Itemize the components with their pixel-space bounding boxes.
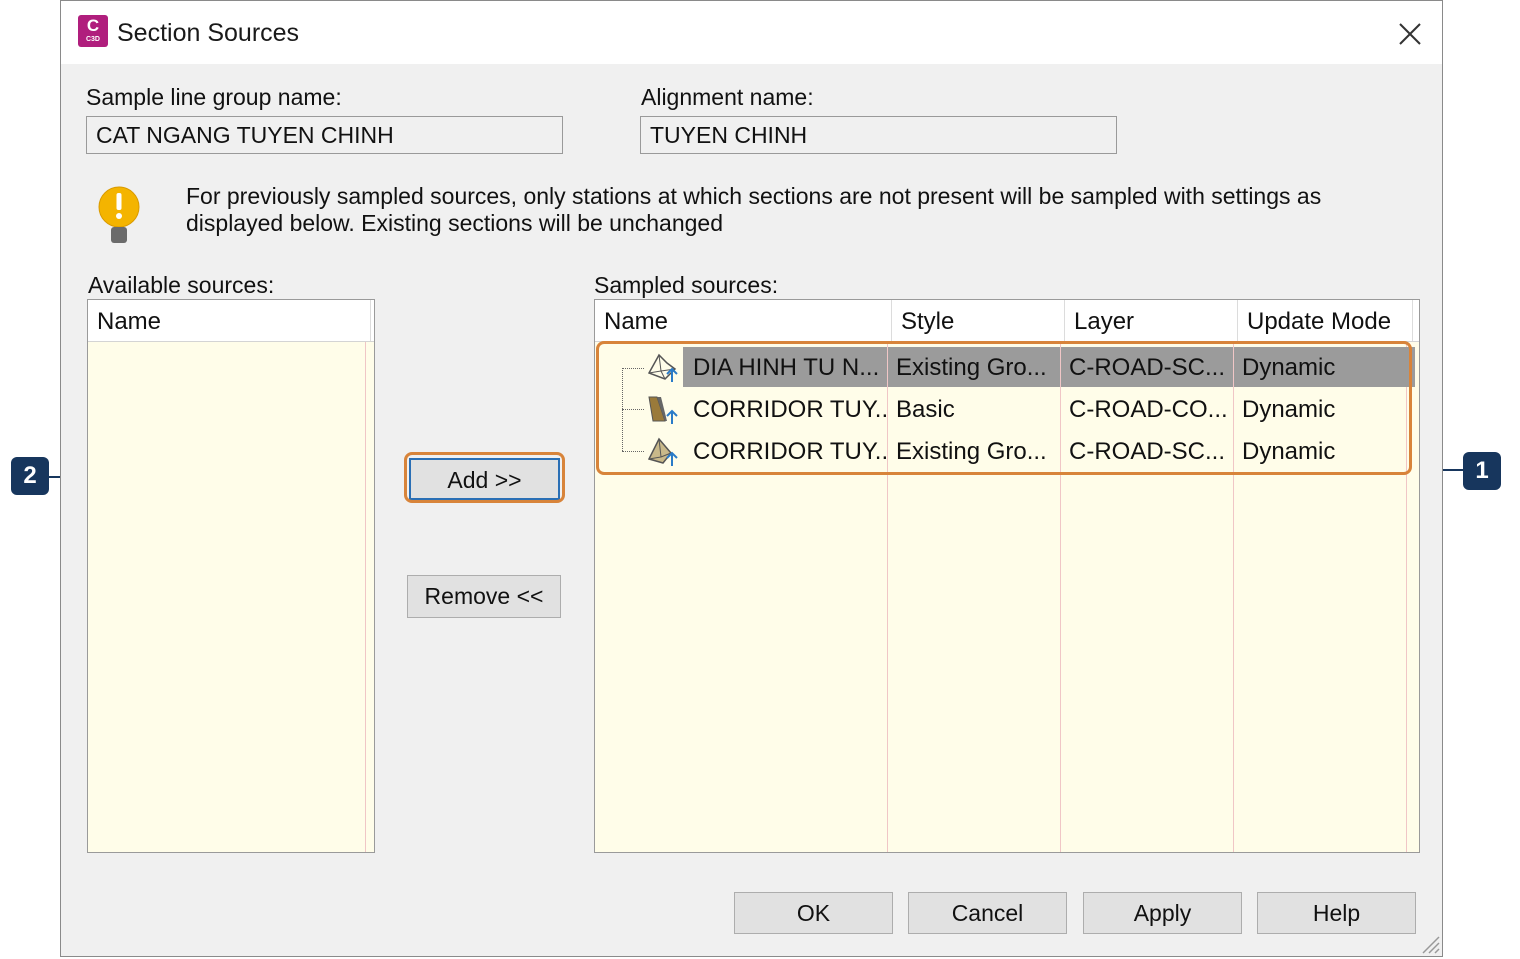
available-name-column[interactable]: Name bbox=[88, 300, 371, 341]
section-sources-dialog: C C3D Section Sources Sample line group … bbox=[60, 0, 1443, 957]
sampled-list-header: Name Style Layer Update Mode bbox=[595, 300, 1419, 342]
callout-badge-1: 1 bbox=[1463, 452, 1501, 490]
alignment-name-label: Alignment name: bbox=[641, 84, 814, 110]
apply-button[interactable]: Apply bbox=[1083, 892, 1242, 934]
available-sources-list[interactable]: Name bbox=[87, 299, 375, 853]
column-layer[interactable]: Layer bbox=[1065, 300, 1238, 341]
available-sources-label: Available sources: bbox=[88, 272, 275, 298]
cancel-button[interactable]: Cancel bbox=[908, 892, 1067, 934]
column-name[interactable]: Name bbox=[595, 300, 892, 341]
civil3d-app-icon: C C3D bbox=[78, 15, 108, 47]
add-button-highlight bbox=[404, 452, 565, 503]
column-style[interactable]: Style bbox=[892, 300, 1065, 341]
remove-button[interactable]: Remove << bbox=[407, 575, 561, 618]
title-bar: C C3D Section Sources bbox=[61, 1, 1442, 64]
close-icon[interactable] bbox=[1391, 15, 1427, 51]
ok-button[interactable]: OK bbox=[734, 892, 893, 934]
resize-grip-icon[interactable] bbox=[1417, 931, 1441, 955]
lightbulb-warning-icon bbox=[98, 186, 140, 243]
alignment-name-field: TUYEN CHINH bbox=[640, 116, 1117, 154]
column-update-mode[interactable]: Update Mode bbox=[1238, 300, 1413, 341]
group-name-field: CAT NGANG TUYEN CHINH bbox=[86, 116, 563, 154]
column-divider bbox=[365, 342, 366, 852]
group-name-label: Sample line group name: bbox=[86, 84, 342, 110]
help-button[interactable]: Help bbox=[1257, 892, 1416, 934]
callout-badge-2: 2 bbox=[11, 457, 49, 495]
available-list-header: Name bbox=[88, 300, 374, 342]
info-message: For previously sampled sources, only sta… bbox=[186, 183, 1322, 236]
sampled-rows-highlight bbox=[596, 341, 1412, 475]
sampled-sources-label: Sampled sources: bbox=[594, 272, 779, 298]
dialog-title: Section Sources bbox=[117, 19, 300, 47]
